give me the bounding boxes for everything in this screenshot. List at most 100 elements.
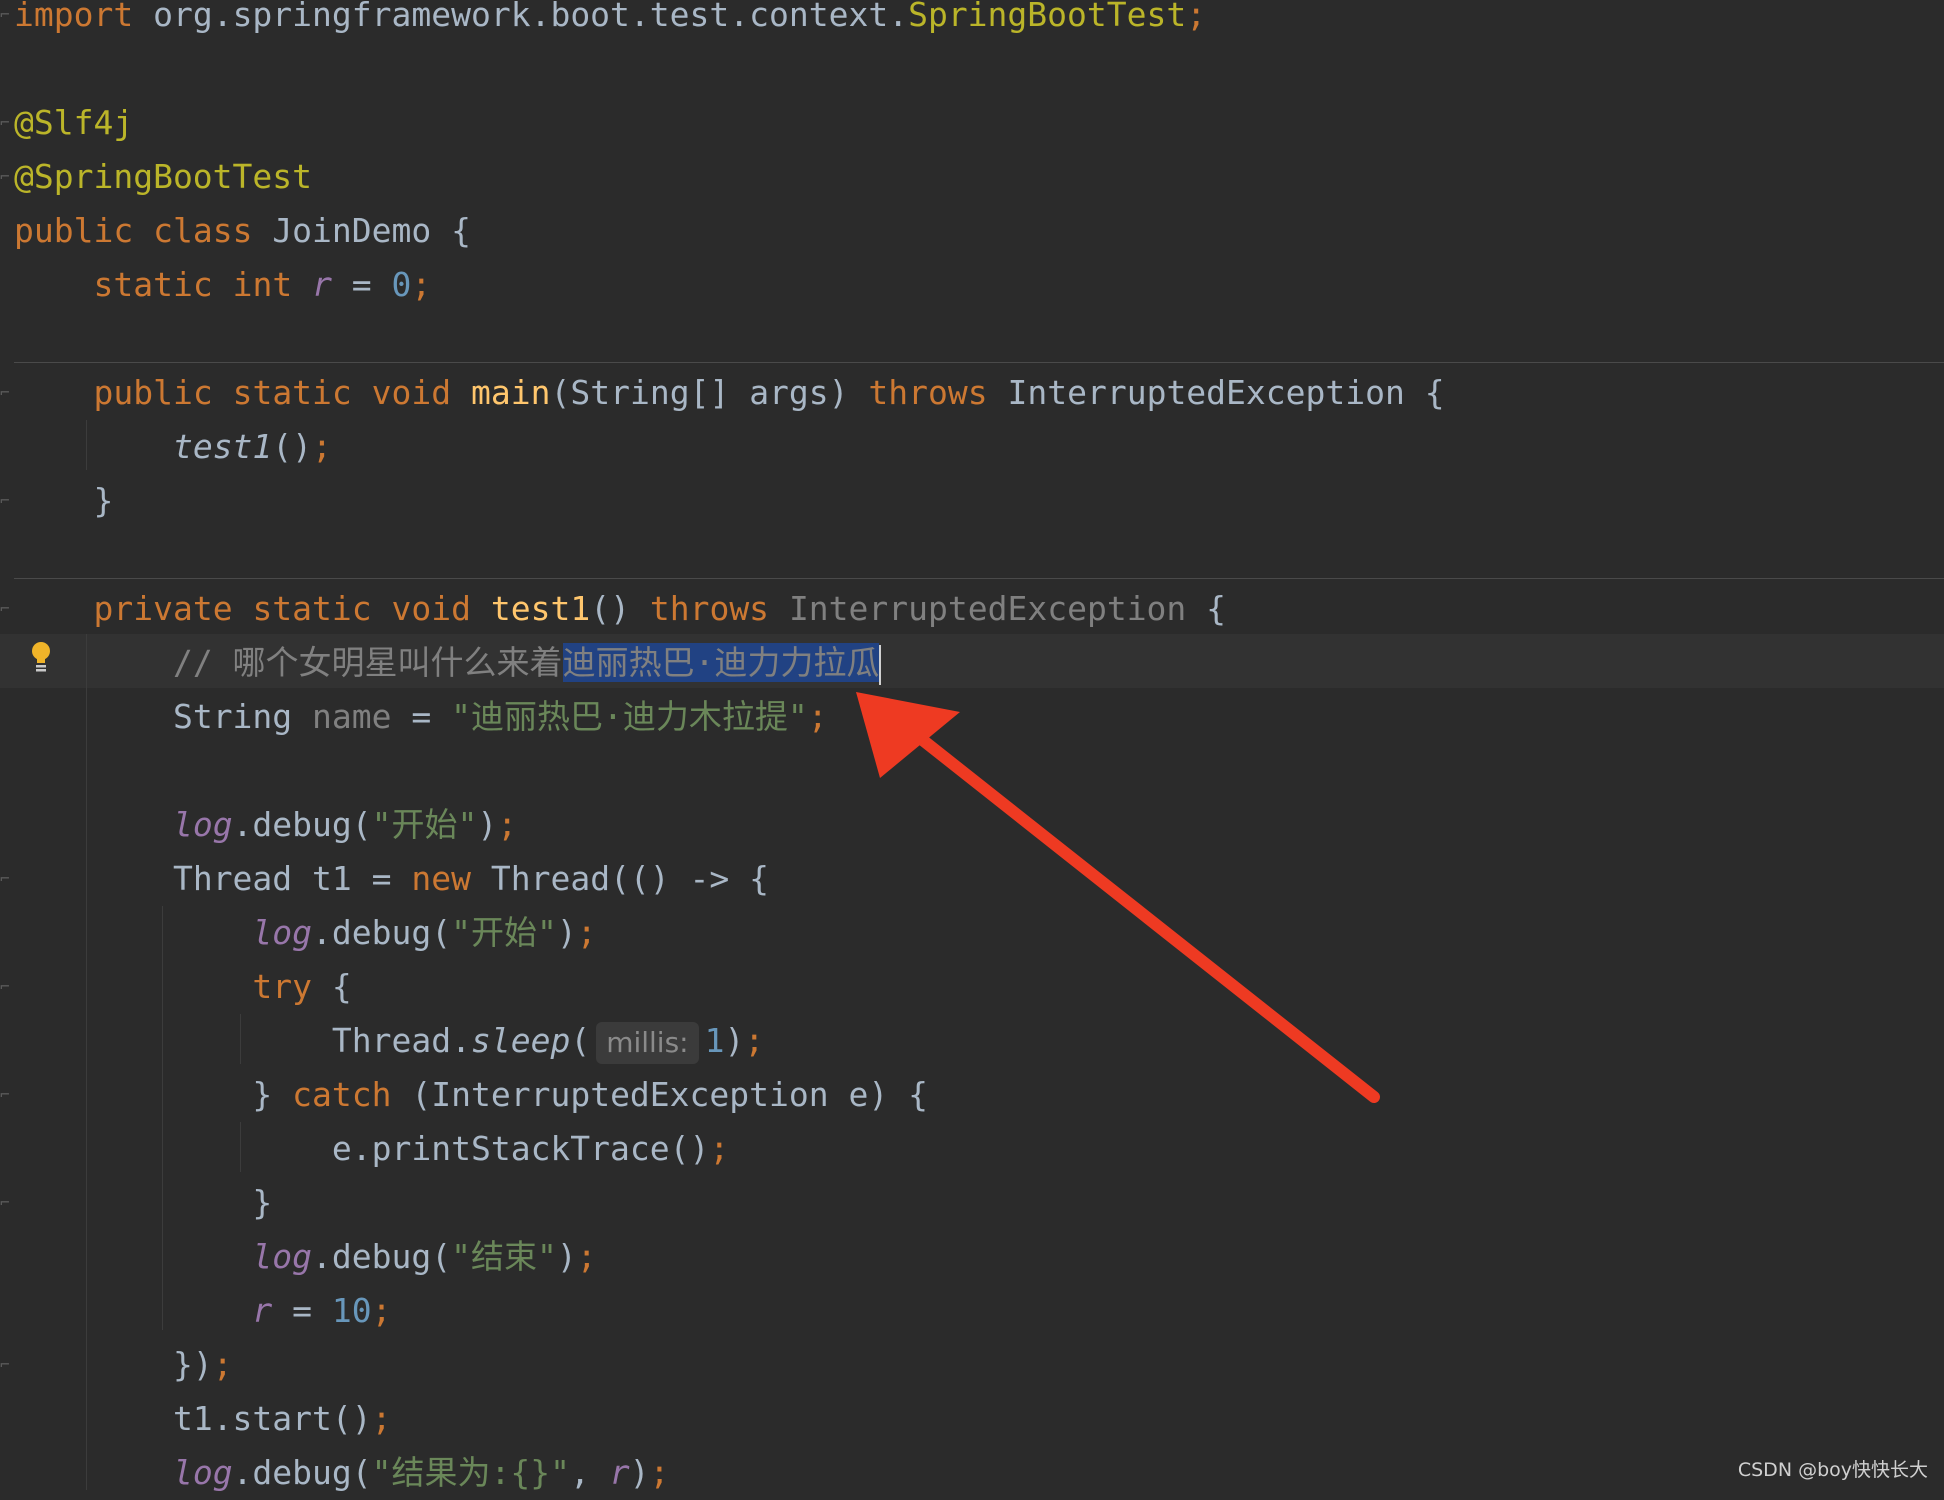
field-r: r	[312, 265, 332, 304]
semicolon: ;	[744, 1021, 765, 1060]
keyword: void	[391, 589, 472, 628]
semicolon: ;	[1186, 0, 1207, 34]
method-separator	[14, 578, 1944, 579]
keyword: new	[411, 859, 471, 898]
code-line[interactable]: });	[14, 1338, 233, 1392]
selected-text[interactable]: 迪丽热巴·迪力力拉瓜	[562, 643, 880, 682]
code-line[interactable]: test1();	[14, 420, 332, 474]
code-line[interactable]: t1.start();	[14, 1392, 392, 1446]
code-line[interactable]: private static void test1() throws Inter…	[14, 582, 1226, 636]
string-literal: "开始"	[451, 913, 557, 952]
code-line[interactable]: public class JoinDemo {	[14, 204, 471, 258]
method-name: main	[471, 373, 551, 412]
code-line[interactable]: public static void main(String[] args) t…	[14, 366, 1445, 420]
keyword: static	[232, 373, 352, 412]
fold-marker-icon[interactable]: ⌐	[0, 1194, 10, 1212]
semicolon: ;	[411, 265, 432, 304]
code-line[interactable]: import org.springframework.boot.test.con…	[14, 0, 1206, 42]
brace: }	[252, 1183, 273, 1222]
text-caret	[879, 644, 882, 685]
keyword: int	[232, 265, 293, 304]
keyword: public	[93, 373, 213, 412]
fold-marker-icon[interactable]: ⌐	[0, 1356, 10, 1374]
code-line[interactable]: log.debug("开始");	[14, 906, 597, 960]
fold-marker-icon[interactable]: ⌐	[0, 492, 10, 510]
fold-marker-icon[interactable]: ⌐	[0, 600, 10, 618]
string-literal: "结束"	[451, 1237, 557, 1276]
fold-marker-icon[interactable]: ⌐	[0, 978, 10, 996]
keyword: void	[371, 373, 452, 412]
keyword: try	[252, 967, 313, 1006]
watermark: CSDN @boy快快长大	[1737, 1459, 1928, 1481]
keyword: private	[93, 589, 233, 628]
parameter-hint: millis:	[596, 1021, 699, 1064]
lambda-close: })	[172, 1345, 213, 1384]
code-line[interactable]: @Slf4j	[14, 96, 133, 150]
method-call: t1.start()	[172, 1399, 372, 1438]
keyword: throws	[868, 373, 988, 412]
code-line[interactable]: log.debug("结束");	[14, 1230, 597, 1284]
code-line[interactable]: Thread t1 = new Thread(() -> {	[14, 852, 769, 906]
fold-marker-icon[interactable]: ⌐	[0, 870, 10, 888]
semicolon: ;	[497, 805, 518, 844]
catch-params: (InterruptedException e) {	[411, 1075, 928, 1114]
code-editor[interactable]: ⌐ ⌐ ⌐ ⌐ ⌐ ⌐ ⌐ ⌐ ⌐ ⌐ ⌐ import org.springf…	[0, 0, 1944, 1492]
code-line[interactable]: r = 10;	[14, 1284, 392, 1338]
method-params: (String[] args)	[550, 373, 869, 412]
fold-marker-icon[interactable]: ⌐	[0, 6, 10, 24]
fold-marker-icon[interactable]: ⌐	[0, 1086, 10, 1104]
string-literal: "结果为:{}"	[371, 1453, 570, 1492]
code-line[interactable]: static int r = 0;	[14, 258, 431, 312]
semicolon: ;	[576, 913, 597, 952]
code-line[interactable]: Thread.sleep(millis: 1);	[14, 1014, 764, 1068]
code-line[interactable]: log.debug("结果为:{}", r);	[14, 1446, 669, 1500]
keyword: import	[14, 0, 134, 34]
number: 10	[331, 1291, 372, 1330]
method-call: test1	[172, 427, 273, 466]
variable: name	[312, 697, 392, 736]
semicolon: ;	[212, 1345, 233, 1384]
method-separator	[14, 362, 1944, 363]
field-log: log	[172, 805, 233, 844]
field-log: log	[172, 1453, 233, 1492]
code-line[interactable]: }	[14, 474, 113, 528]
number: 0	[391, 265, 412, 304]
fold-marker-icon[interactable]: ⌐	[0, 384, 10, 402]
exception-type: InterruptedException	[1007, 373, 1405, 412]
brace: }	[93, 481, 114, 520]
semicolon: ;	[576, 1237, 597, 1276]
fold-marker-icon[interactable]: ⌐	[0, 114, 10, 132]
code-line[interactable]: e.printStackTrace();	[14, 1122, 729, 1176]
brace: {	[1424, 373, 1445, 412]
variable-decl: Thread t1 =	[172, 859, 412, 898]
string-literal: "迪丽热巴·迪力木拉提"	[451, 697, 808, 736]
keyword: static	[93, 265, 213, 304]
code-line[interactable]: }	[14, 1176, 272, 1230]
import-class: SpringBootTest	[908, 0, 1187, 34]
method-call: .debug(	[312, 913, 452, 952]
code-line[interactable]: log.debug("开始");	[14, 798, 517, 852]
code-line[interactable]: @SpringBootTest	[14, 150, 312, 204]
editor-gutter: ⌐ ⌐ ⌐ ⌐ ⌐ ⌐ ⌐ ⌐ ⌐ ⌐ ⌐	[0, 0, 14, 1490]
field-log: log	[252, 1237, 313, 1276]
brace: {	[331, 967, 352, 1006]
type-name: String	[172, 697, 293, 736]
keyword: catch	[292, 1075, 392, 1114]
brace: {	[451, 211, 472, 250]
brace: {	[1206, 589, 1227, 628]
number: 1	[704, 1021, 725, 1060]
code-line[interactable]: } catch (InterruptedException e) {	[14, 1068, 928, 1122]
method-call: .debug(	[232, 805, 372, 844]
method-name: test1	[490, 589, 591, 628]
constructor-call: Thread(() -> {	[490, 859, 770, 898]
code-line-comment[interactable]: // 哪个女明星叫什么来着迪丽热巴·迪力力拉瓜	[14, 636, 882, 690]
comment: // 哪个女明星叫什么来着	[172, 643, 563, 682]
semicolon: ;	[371, 1291, 392, 1330]
code-line[interactable]: try {	[14, 960, 352, 1014]
annotation: @Slf4j	[14, 103, 134, 142]
fold-marker-icon[interactable]: ⌐	[0, 168, 10, 186]
annotation: @SpringBootTest	[14, 157, 313, 196]
keyword: public	[14, 211, 134, 250]
code-line[interactable]: String name = "迪丽热巴·迪力木拉提";	[14, 690, 828, 744]
package-path: org.springframework.boot.test.context.	[153, 0, 909, 34]
